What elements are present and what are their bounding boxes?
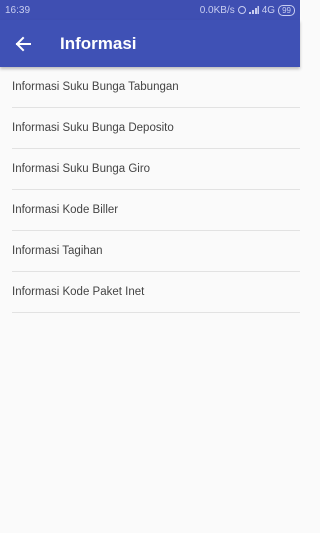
battery-icon: 99 (278, 4, 295, 16)
app-bar: Informasi (0, 20, 300, 67)
page-title: Informasi (60, 33, 137, 53)
arrow-left-icon (15, 36, 31, 51)
list-item-suku-bunga-deposito[interactable]: Informasi Suku Bunga Deposito (12, 108, 300, 149)
info-list: Informasi Suku Bunga Tabungan Informasi … (0, 67, 300, 313)
back-button[interactable] (0, 20, 46, 67)
status-speed: 0.0KB/s (199, 4, 235, 16)
status-time: 16:39 (5, 4, 31, 16)
status-network: 4G (261, 4, 276, 16)
list-item-suku-bunga-tabungan[interactable]: Informasi Suku Bunga Tabungan (12, 67, 300, 108)
list-item-suku-bunga-giro[interactable]: Informasi Suku Bunga Giro (12, 149, 300, 190)
signal-icon (248, 6, 259, 14)
list-item-label: Informasi Tagihan (12, 245, 103, 257)
list-item-label: Informasi Suku Bunga Giro (12, 163, 151, 175)
status-icons: 0.0KB/s 4G 99 (199, 4, 295, 16)
list-item-label: Informasi Kode Biller (12, 204, 119, 216)
list-item-tagihan[interactable]: Informasi Tagihan (12, 231, 300, 272)
list-item-kode-biller[interactable]: Informasi Kode Biller (12, 190, 300, 231)
list-item-label: Informasi Kode Paket Inet (12, 286, 145, 298)
list-item-label: Informasi Suku Bunga Tabungan (12, 81, 179, 93)
list-item-kode-paket-inet[interactable]: Informasi Kode Paket Inet (12, 272, 300, 313)
alarm-icon (237, 6, 246, 14)
list-item-label: Informasi Suku Bunga Deposito (12, 122, 174, 134)
status-bar: 16:39 0.0KB/s 4G 99 (0, 0, 300, 20)
